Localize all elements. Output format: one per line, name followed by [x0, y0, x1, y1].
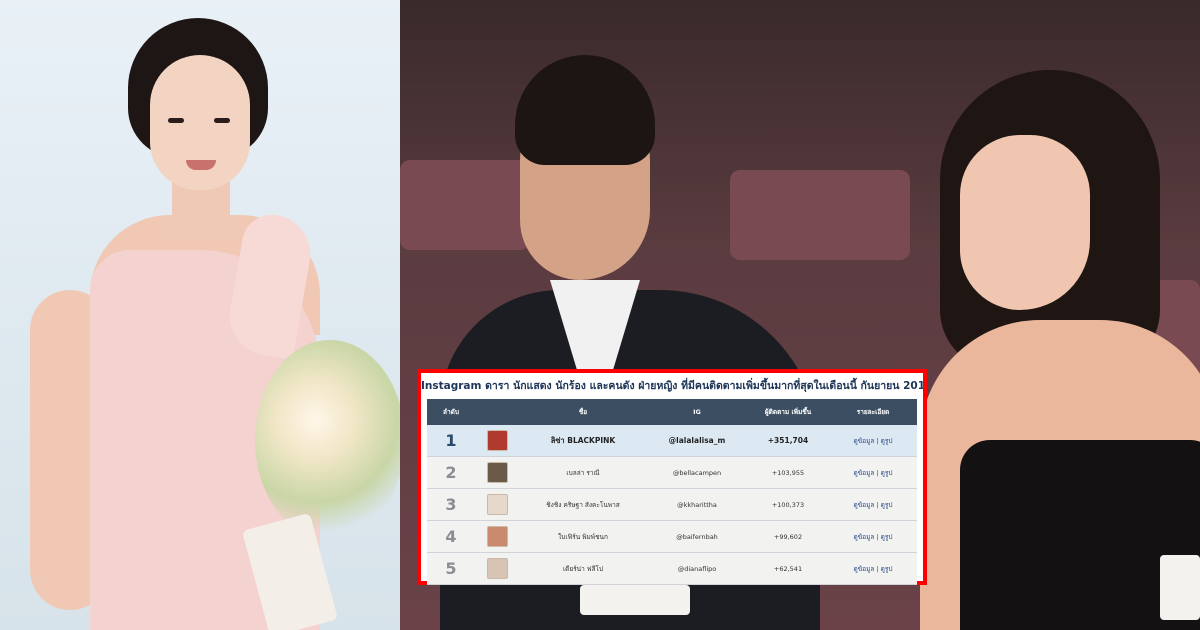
- avatar[interactable]: [486, 558, 508, 579]
- row-details-link[interactable]: ดูข้อมูล | ดูรูป: [829, 436, 917, 446]
- table-row: 1 ลิซ่า BLACKPINK @lalalalisa_m +351,704…: [427, 425, 917, 457]
- row-details-link[interactable]: ดูข้อมูล | ดูรูป: [829, 532, 917, 542]
- ranking-rows: 1 ลิซ่า BLACKPINK @lalalalisa_m +351,704…: [427, 425, 917, 585]
- photo-flower-bouquet: [255, 340, 400, 540]
- ranking-title: Instagram ดารา นักแสดง นักร้อง และคนดัง …: [421, 380, 923, 392]
- table-row: 5 เดียร์น่า ฟลีโป @dianaflipo +62,541 ดู…: [427, 553, 917, 585]
- ranking-header-row: ลำดับ ชื่อ IG ผู้ติดตาม เพิ่มขึ้น รายละเ…: [427, 399, 917, 425]
- row-rank: 2: [445, 463, 457, 482]
- header-details: รายละเอียด: [856, 408, 890, 416]
- row-name: ใบเฟิร์น พิมพ์ชนก: [558, 532, 608, 541]
- row-details-link[interactable]: ดูข้อมูล | ดูรูป: [829, 468, 917, 478]
- left-photo-actress: [0, 0, 400, 630]
- table-row: 3 ชิงชิง คริษฐา สังคะโนพาส @kkharittha +…: [427, 489, 917, 521]
- header-followers: ผู้ติดตาม เพิ่มขึ้น: [764, 408, 812, 416]
- seat-card: [1160, 555, 1200, 620]
- header-rank: ลำดับ: [443, 408, 459, 416]
- row-details-link[interactable]: ดูข้อมูล | ดูรูป: [829, 500, 917, 510]
- table-row: 2 เบลล่า ราณี @bellacampen +103,955 ดูข้…: [427, 457, 917, 489]
- theater-seat: [400, 160, 530, 250]
- avatar[interactable]: [486, 494, 508, 515]
- row-name: ชิงชิง คริษฐา สังคะโนพาส: [546, 500, 620, 509]
- theater-seat: [730, 170, 910, 260]
- row-rank: 4: [445, 527, 457, 546]
- table-row: 4 ใบเฟิร์น พิมพ์ชนก @baifernbah +99,602 …: [427, 521, 917, 553]
- row-followers: +62,541: [773, 564, 803, 573]
- photo-man-hair: [515, 55, 655, 165]
- row-ig: @baifernbah: [676, 532, 718, 541]
- row-rank: 1: [445, 431, 457, 450]
- row-ig: @dianaflipo: [677, 564, 717, 573]
- avatar[interactable]: [486, 462, 508, 483]
- row-ig: @bellacampen: [672, 468, 722, 477]
- row-followers: +351,704: [767, 436, 809, 445]
- row-followers: +99,602: [773, 532, 803, 541]
- row-name: ลิซ่า BLACKPINK: [550, 435, 616, 445]
- row-followers: +103,955: [771, 468, 805, 477]
- photo-eye-right: [214, 118, 230, 123]
- row-rank: 3: [445, 495, 457, 514]
- photo-eye-left: [168, 118, 184, 123]
- row-ig: @lalalalisa_m: [668, 436, 726, 445]
- row-name: เบลล่า ราณี: [566, 468, 600, 477]
- seat-card: [580, 585, 690, 615]
- row-details-link[interactable]: ดูข้อมูล | ดูรูป: [829, 564, 917, 574]
- header-name: ชื่อ: [578, 408, 588, 416]
- row-followers: +100,373: [771, 500, 805, 509]
- header-ig: IG: [693, 408, 701, 416]
- ranking-table: Instagram ดารา นักแสดง นักร้อง และคนดัง …: [417, 369, 927, 585]
- row-name: เดียร์น่า ฟลีโป: [562, 564, 604, 573]
- avatar[interactable]: [486, 526, 508, 547]
- row-ig: @kkharittha: [677, 500, 717, 509]
- photo-woman-face: [960, 135, 1090, 310]
- avatar[interactable]: [486, 430, 508, 451]
- row-rank: 5: [445, 559, 457, 578]
